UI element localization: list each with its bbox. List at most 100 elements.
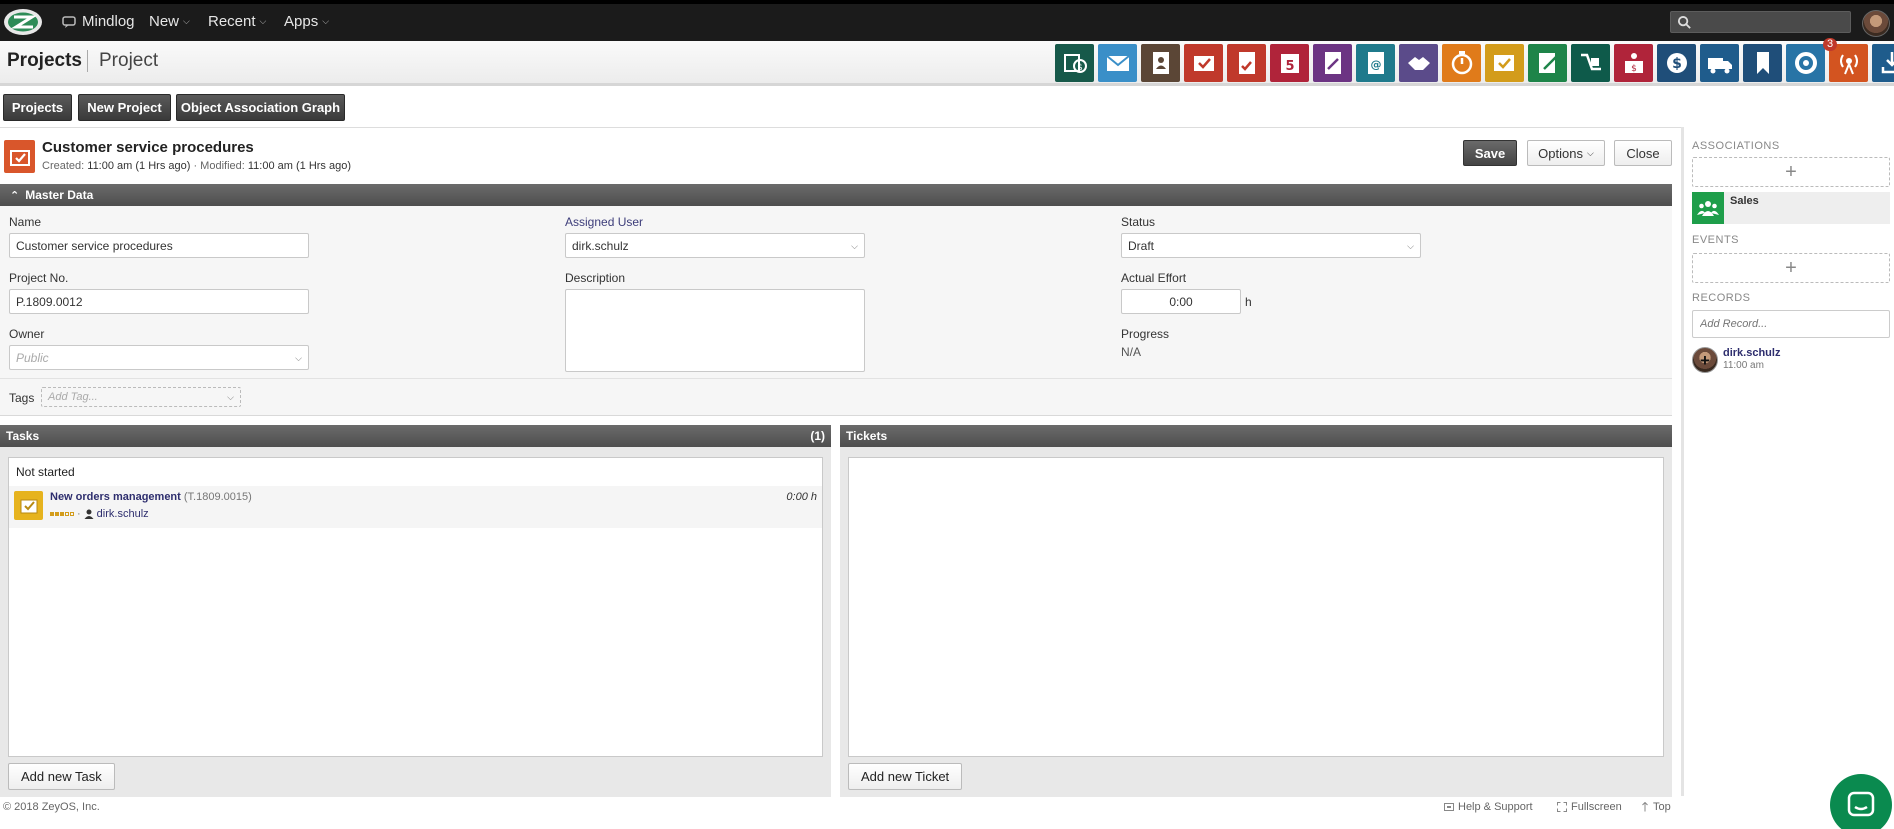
project-icon [4,140,35,173]
top-link[interactable]: Top [1641,801,1671,813]
chevron-down-icon: ⌵ [1586,147,1594,158]
close-button[interactable]: Close [1614,140,1672,166]
help-support-label: Help & Support [1458,801,1533,813]
nav-recent[interactable]: Recent ⌵ [208,13,266,30]
association-item-sales[interactable]: Sales [1692,192,1890,224]
task-group-label: Not started [16,465,75,479]
task-name-link[interactable]: New orders management [50,491,181,503]
tickets-title: Tickets [846,429,888,443]
status-select[interactable]: Draft ⌵ [1121,233,1421,258]
new-project-button[interactable]: New Project [78,94,171,121]
chevron-down-icon: ⌵ [851,241,858,251]
nav-apps[interactable]: Apps ⌵ [284,13,329,30]
user-avatar[interactable] [1862,10,1890,37]
top-bar: Mindlog New ⌵ Recent ⌵ Apps ⌵ [0,0,1894,41]
tasks-icon[interactable] [1184,44,1223,82]
download-icon[interactable] [1872,44,1894,82]
name-field[interactable]: Customer service procedures [9,233,309,258]
add-record-input[interactable] [1692,310,1890,338]
cashier-icon[interactable]: $ [1614,44,1653,82]
projects-button[interactable]: Projects [3,94,72,121]
name-label: Name [9,215,42,229]
chevron-up-icon: ⌃ [10,189,20,202]
nav-recent-label: Recent [208,13,256,30]
help-support-link[interactable]: Help & Support [1444,801,1533,813]
task-icon [14,491,43,520]
assigned-user-label[interactable]: Assigned User [565,215,643,229]
description-textarea[interactable] [565,289,865,372]
owner-label: Owner [9,327,45,341]
options-button[interactable]: Options ⌵ [1527,140,1605,166]
chat-bubble-button[interactable] [1830,774,1892,829]
support-icon[interactable] [1786,44,1825,82]
actual-effort-field[interactable]: 0:00 [1121,289,1241,314]
contacts-icon[interactable] [1141,44,1180,82]
owner-select[interactable]: Public ⌵ [9,345,309,370]
tasks-count: (1) [810,429,825,443]
nav-new[interactable]: New ⌵ [149,13,190,30]
search-box[interactable] [1670,11,1851,33]
bookmarks-icon[interactable] [1743,44,1782,82]
project-no-value: P.1809.0012 [16,294,83,309]
tickets-list [848,457,1664,757]
nav-new-label: New [149,13,180,30]
nav-mindlog[interactable]: Mindlog [62,13,135,30]
shipping-icon[interactable] [1571,44,1610,82]
master-data-header[interactable]: ⌃ Master Data [0,184,1672,206]
add-association-button[interactable]: + [1692,157,1890,187]
search-input[interactable] [1695,13,1845,31]
svg-text:$: $ [1077,63,1083,73]
add-tag-placeholder: Add Tag... [48,391,98,403]
events-header: EVENTS [1692,234,1740,246]
record-item[interactable]: + dirk.schulz 11:00 am [1692,345,1890,375]
add-tag-input[interactable]: Add Tag... ⌵ [41,387,241,407]
calendar-icon[interactable]: 5 [1270,44,1309,82]
task-row[interactable]: New orders management (T.1809.0015) 0:00… [9,486,822,528]
arrow-up-icon [1642,802,1648,812]
add-event-button[interactable]: + [1692,253,1890,283]
help-icon [1444,803,1454,811]
search-icon [1677,15,1691,29]
svg-text:$: $ [1672,56,1682,72]
fullscreen-link[interactable]: Fullscreen [1557,801,1622,813]
zeyos-logo-icon[interactable] [2,7,44,37]
payments-icon[interactable]: $ [1657,44,1696,82]
save-button[interactable]: Save [1463,140,1517,166]
created-label: Created: [42,160,85,172]
notes-icon[interactable] [1528,44,1567,82]
priority-dot-filled [60,512,64,516]
options-label: Options [1538,145,1583,161]
add-task-button[interactable]: Add new Task [8,763,115,790]
tickets-header: Tickets [840,425,1672,447]
association-graph-button[interactable]: Object Association Graph [176,94,345,121]
modified-label: · Modified: [193,160,245,172]
address-icon[interactable]: @ [1356,44,1395,82]
delivery-icon[interactable] [1700,44,1739,82]
documents-icon[interactable] [1227,44,1266,82]
actual-effort-value: 0:00 [1169,294,1193,309]
breadcrumb-projects[interactable]: Projects [7,50,82,72]
tags-label: Tags [9,391,35,405]
add-ticket-button[interactable]: Add new Ticket [848,763,963,790]
assigned-user-select[interactable]: dirk.schulz ⌵ [565,233,865,258]
mail-icon[interactable] [1098,44,1137,82]
timer-icon[interactable] [1442,44,1481,82]
breadcrumb-separator [87,50,88,72]
billing-icon[interactable]: $ [1055,44,1094,82]
record-avatar: + [1692,347,1718,373]
deals-icon[interactable] [1399,44,1438,82]
sales-icon [1692,192,1724,224]
contracts-icon[interactable] [1313,44,1352,82]
divider [0,127,1684,128]
project-no-field[interactable]: P.1809.0012 [9,289,309,314]
app-window: Mindlog New ⌵ Recent ⌵ Apps ⌵ Projects P… [0,0,1894,829]
name-value: Customer service procedures [16,238,173,253]
created-value: 11:00 am (1 Hrs ago) [87,160,191,172]
broadcast-icon[interactable] [1829,44,1868,82]
master-data-form: Name Customer service procedures Project… [0,206,1672,378]
app-icon-bar: $5 @ $ $ [1055,44,1894,82]
tasks-list: Not started New orders management (T.180… [8,457,823,757]
record-user-link[interactable]: dirk.schulz [1723,347,1780,359]
projects-icon[interactable] [1485,44,1524,82]
task-user-link[interactable]: dirk.schulz [97,508,149,520]
